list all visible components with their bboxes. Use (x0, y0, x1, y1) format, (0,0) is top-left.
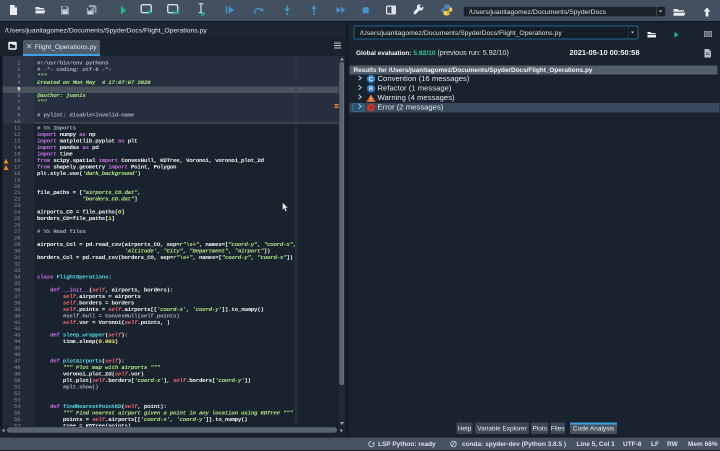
svg-text:C: C (369, 77, 374, 83)
svg-text:R: R (369, 86, 374, 92)
